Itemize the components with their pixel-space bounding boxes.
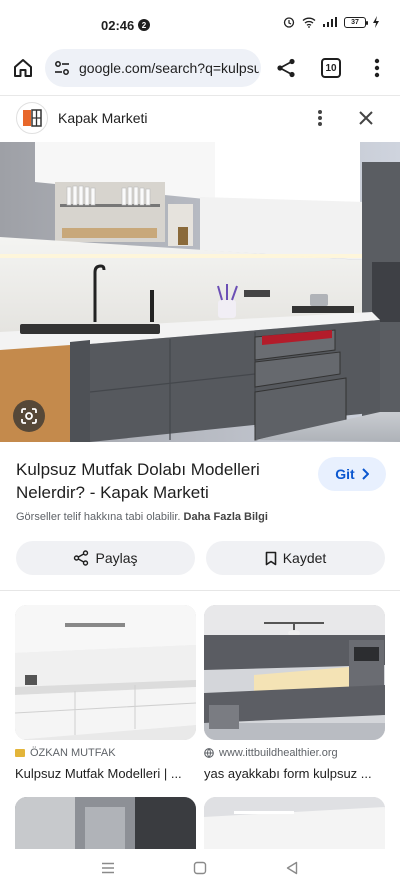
visit-label: Git (335, 466, 355, 482)
related-image-3[interactable] (15, 797, 196, 849)
related-source-2[interactable]: www.ittbuildhealthier.org (204, 747, 338, 759)
visit-button[interactable]: Git (318, 457, 386, 491)
more-vert-icon (374, 58, 380, 78)
charging-icon (373, 16, 379, 28)
related-image-4[interactable] (204, 797, 385, 849)
related-caption-2[interactable]: yas ayakkabı form kulpsuz ... (204, 766, 386, 781)
status-time: 02:46 (101, 18, 135, 33)
related-caption-1[interactable]: Kulpsuz Mutfak Modelleri | ... (15, 766, 197, 781)
main-result-image[interactable] (0, 142, 400, 442)
square-icon (193, 861, 207, 875)
chevron-right-icon (362, 468, 369, 480)
lens-search-button[interactable] (13, 400, 45, 432)
related-image-1[interactable] (15, 605, 196, 740)
system-home-button[interactable] (191, 859, 209, 877)
related-source-name: ÖZKAN MUTFAK (30, 747, 116, 759)
close-button[interactable] (354, 106, 378, 130)
section-divider (0, 590, 400, 591)
copyright-text: Görseller telif hakkına tabi olabilir. (16, 511, 181, 523)
signal-icon (323, 17, 337, 27)
menu-icon (102, 862, 114, 874)
share-page-button[interactable] (273, 55, 299, 81)
share-icon (74, 550, 89, 566)
copyright-notice: Görseller telif hakkına tabi olabilir. D… (16, 511, 268, 523)
related-source-1[interactable]: ÖZKAN MUTFAK (15, 747, 116, 759)
more-vert-icon (318, 110, 322, 126)
source-logo (16, 102, 48, 134)
globe-icon (204, 748, 214, 758)
result-title[interactable]: Kulpsuz Mutfak Dolabı Modelleri Nelerdir… (16, 458, 306, 504)
recent-apps-button[interactable] (99, 859, 117, 877)
home-icon (14, 59, 32, 77)
share-icon (277, 58, 295, 78)
system-back-button[interactable] (283, 859, 301, 877)
browser-menu-button[interactable] (364, 55, 390, 81)
notification-badge: 2 (138, 19, 150, 31)
url-text[interactable]: google.com/search?q=kulpsuz (79, 60, 259, 76)
back-triangle-icon (286, 861, 298, 875)
site-settings-icon[interactable] (53, 59, 71, 77)
alarm-icon (283, 17, 295, 28)
bookmark-icon (265, 551, 277, 565)
wifi-icon (302, 17, 316, 28)
lens-icon (21, 408, 37, 424)
home-button[interactable] (10, 55, 36, 81)
tab-switcher-button[interactable]: 10 (321, 58, 341, 78)
learn-more-link[interactable]: Daha Fazla Bilgi (184, 511, 268, 523)
system-nav-bar (0, 849, 400, 888)
share-button[interactable]: Paylaş (16, 541, 195, 575)
browser-toolbar: google.com/search?q=kulpsuz 10 (0, 46, 400, 90)
source-name[interactable]: Kapak Marketi (58, 110, 147, 126)
related-image-2[interactable] (204, 605, 385, 740)
address-bar[interactable]: google.com/search?q=kulpsuz (45, 49, 261, 87)
source-more-button[interactable] (308, 106, 332, 130)
related-source-name: www.ittbuildhealthier.org (219, 747, 338, 759)
close-icon (359, 111, 373, 125)
save-label: Kaydet (282, 550, 327, 566)
source-header: Kapak Marketi (0, 95, 400, 141)
kitchen-image (0, 142, 400, 442)
kitchen-thumbnail (15, 797, 196, 849)
battery-icon: 37 (344, 16, 368, 28)
save-button[interactable]: Kaydet (206, 541, 385, 575)
share-label: Paylaş (95, 550, 138, 566)
status-bar: 02:46 2 37 (0, 0, 400, 50)
kitchen-thumbnail (204, 605, 385, 740)
status-icons: 37 (282, 16, 380, 28)
favicon-icon (15, 749, 25, 757)
kitchen-thumbnail (15, 605, 196, 740)
kitchen-thumbnail (204, 797, 385, 849)
